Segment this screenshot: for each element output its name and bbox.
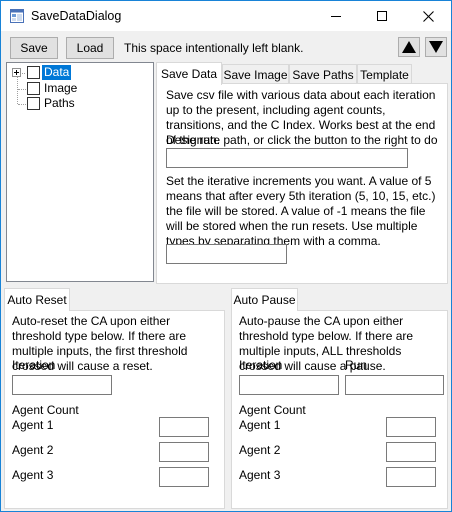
tree-checkbox-data[interactable] [27,66,40,79]
minimize-button[interactable] [313,1,359,31]
tree-node-label[interactable]: Image [42,81,79,96]
pause-agent-1-label: Agent 1 [239,418,281,432]
save-button[interactable]: Save [10,37,58,59]
path-input[interactable] [166,148,408,168]
arrow-down-icon [429,41,443,53]
reset-iteration-label: Iteration [12,358,56,372]
app-icon [10,9,24,23]
expand-icon[interactable] [12,68,21,77]
reset-agent-3-input[interactable] [159,467,209,487]
pause-iteration-label: Iteration [239,358,283,372]
auto-reset-panel: Auto-reset the CA upon either threshold … [4,310,225,509]
reset-iteration-input[interactable] [12,375,112,395]
arrow-up-icon [402,41,416,53]
pause-run-input[interactable] [345,375,444,395]
reset-agent-1-input[interactable] [159,417,209,437]
toolbar-info-text: This space intentionally left blank. [124,41,304,55]
auto-pause-panel: Auto-pause the CA upon either threshold … [231,310,448,509]
increment-help: Set the iterative increments you want. A… [166,174,436,248]
tab-template[interactable]: Template [357,64,412,84]
save-data-panel: Save csv file with various data about ea… [156,83,448,284]
tree-node-label[interactable]: Paths [42,96,77,111]
close-icon [422,10,434,22]
reset-agent-2-input[interactable] [159,442,209,462]
move-down-button[interactable] [425,37,447,57]
tab-auto-reset[interactable]: Auto Reset [4,288,70,311]
pause-agent-2-input[interactable] [386,442,436,462]
minimize-icon [331,16,341,17]
load-button[interactable]: Load [66,37,114,59]
reset-agent-3-label: Agent 3 [12,468,54,482]
window-title: SaveDataDialog [31,9,122,23]
move-up-button[interactable] [398,37,420,57]
reset-agent-2-label: Agent 2 [12,443,54,457]
pause-agent-3-input[interactable] [386,467,436,487]
tree-checkbox-image[interactable] [27,82,40,95]
title-bar[interactable]: SaveDataDialog [1,1,451,31]
tree-checkbox-paths[interactable] [27,97,40,110]
pause-agent-3-label: Agent 3 [239,468,281,482]
pause-agent-count-label: Agent Count [239,403,306,417]
pause-iteration-input[interactable] [239,375,339,395]
tab-save-data[interactable]: Save Data [156,62,222,85]
maximize-icon [377,11,387,21]
save-data-dialog-window: SaveDataDialog Save Load This space inte… [0,0,452,512]
tab-auto-pause[interactable]: Auto Pause [231,288,298,311]
tab-save-paths[interactable]: Save Paths [289,64,357,84]
pause-run-label: Run [345,358,368,372]
pause-agent-1-input[interactable] [386,417,436,437]
reset-agent-1-label: Agent 1 [12,418,54,432]
tree-node-image[interactable]: Image [7,81,153,97]
pause-agent-2-label: Agent 2 [239,443,281,457]
category-tree[interactable]: Data Image Paths [6,62,154,282]
tree-node-paths[interactable]: Paths [7,96,153,112]
maximize-button[interactable] [359,1,405,31]
increment-input[interactable] [166,244,287,264]
tree-node-label[interactable]: Data [42,65,72,80]
tab-save-image[interactable]: Save Image [222,64,289,84]
reset-agent-count-label: Agent Count [12,403,79,417]
tree-node-data[interactable]: Data [7,65,153,81]
close-button[interactable] [405,1,451,31]
